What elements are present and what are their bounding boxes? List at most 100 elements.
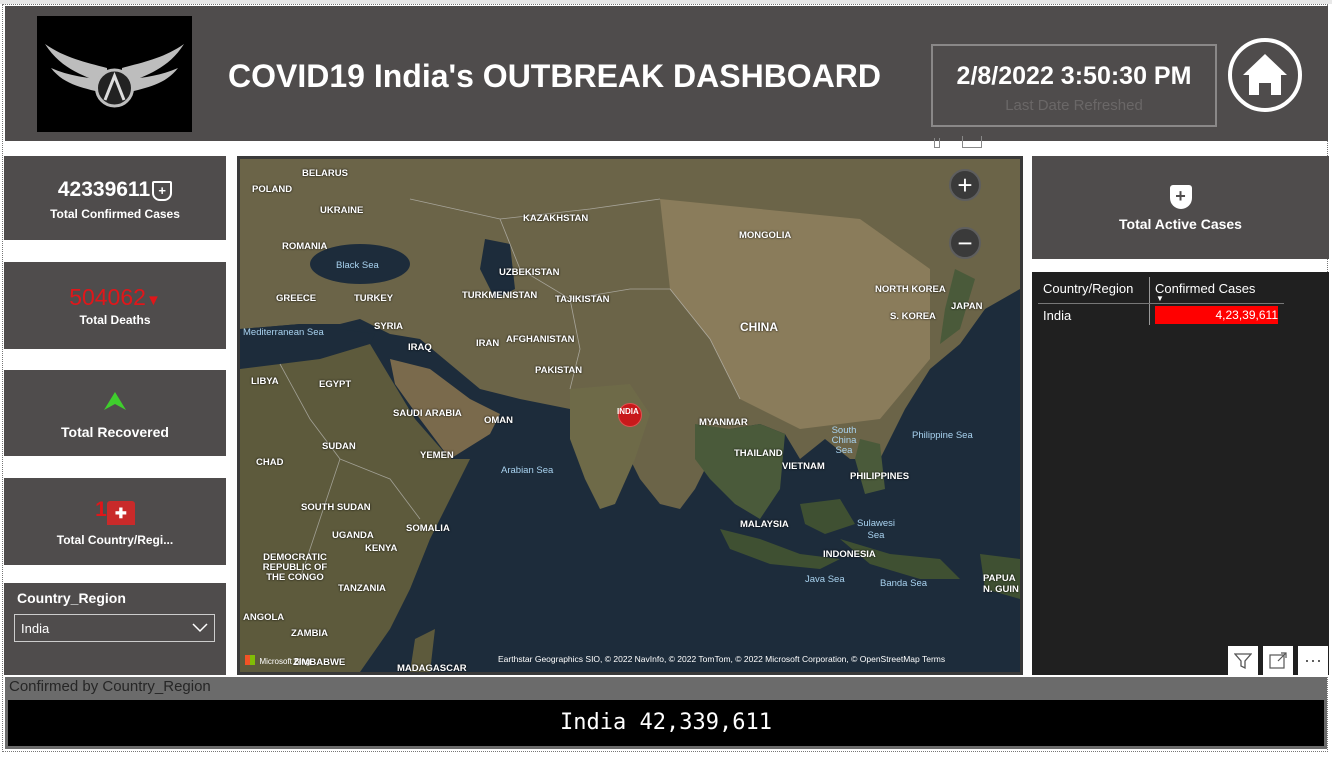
map-attribution[interactable]: Earthstar Geographics SIO, © 2022 NavInf… (498, 654, 945, 664)
map-label: VIETNAM (782, 461, 825, 472)
deaths-card: 504062▼ Total Deaths (4, 262, 226, 349)
map-label: LIBYA (251, 376, 279, 387)
map-label: THAILAND (734, 448, 783, 459)
map-label: TURKMENISTAN (462, 290, 538, 301)
recovered-card: Total Recovered (4, 370, 226, 456)
dashboard-title: COVID19 India's OUTBREAK DASHBOARD (228, 58, 882, 94)
map-label: IRAN (476, 338, 500, 349)
bing-logo: Microsoft Bing (245, 651, 310, 669)
map-label: SOUTH SUDAN (301, 502, 371, 513)
map-label: KAZAKHSTAN (523, 213, 589, 224)
map-label: DEMOCRATIC REPUBLIC OF THE CONGO (262, 552, 328, 583)
map-label: IRAQ (408, 342, 432, 353)
confirmed-card: 42339611 + Total Confirmed Cases (4, 156, 226, 240)
active-cases-card: + Total Active Cases (1032, 156, 1329, 259)
map-label: YEMEN (420, 450, 454, 461)
up-arrow-icon (4, 392, 226, 412)
recovered-label: Total Recovered (61, 424, 169, 440)
confirmed-label: Total Confirmed Cases (50, 207, 180, 221)
map-visual[interactable]: BELARUS POLAND UKRAINE ROMANIA Black Sea… (237, 156, 1023, 675)
refresh-date-card: 2/8/2022 3:50:30 PM Last Date Refreshed (931, 44, 1217, 127)
map-label: PAPUA N. GUIN (983, 573, 1019, 595)
map-label: MADAGASCAR (397, 663, 467, 674)
slicer-dropdown[interactable]: India (14, 614, 215, 642)
map-label: OMAN (484, 415, 514, 426)
confirmed-value: 42339611 (57, 178, 151, 201)
logo (37, 16, 192, 132)
down-arrow-icon: ▼ (145, 292, 161, 309)
bottom-card-title: Confirmed by Country_Region (9, 678, 211, 695)
map-label: TURKEY (354, 293, 394, 304)
bing-label: Microsoft Bing (259, 657, 311, 666)
map-label: PAKISTAN (535, 365, 583, 376)
map-label: MALAYSIA (740, 519, 789, 530)
country-slicer: Country_Region India (4, 583, 226, 675)
map-sea-label: Java Sea (805, 574, 845, 585)
map-label: POLAND (252, 184, 293, 195)
expand-button[interactable] (1263, 646, 1293, 676)
logo-wings-icon (45, 44, 184, 108)
map-label: ANGOLA (243, 612, 285, 623)
filter-button[interactable] (1228, 646, 1258, 676)
zoom-in-button[interactable]: + (949, 169, 981, 201)
sort-desc-icon: ▼ (1156, 294, 1164, 303)
filter-icon (1233, 653, 1253, 670)
map-label: UGANDA (332, 530, 374, 541)
map-label: UZBEKISTAN (499, 267, 560, 278)
map-label: TAJIKISTAN (555, 294, 610, 305)
map-sea-label: Philippine Sea (912, 430, 973, 441)
table-header-country[interactable]: Country/Region (1043, 281, 1133, 296)
table-header-divider (1149, 277, 1150, 325)
hospital-icon: ✚ (106, 501, 135, 525)
map-sea-label: Mediterranean Sea (243, 327, 324, 338)
map-label: ROMANIA (282, 241, 328, 252)
table-header-confirmed[interactable]: Confirmed Cases (1155, 281, 1255, 296)
active-cases-label: Total Active Cases (1119, 216, 1242, 232)
shield-plus-icon: + (1169, 185, 1192, 209)
map-label: CHAD (256, 457, 284, 468)
refresh-date-label: Last Date Refreshed (1005, 97, 1143, 114)
refresh-date: 2/8/2022 3:50:30 PM (956, 62, 1192, 90)
bottom-value: India 42,339,611 (560, 710, 772, 735)
slicer-title: Country_Region (17, 590, 126, 606)
table-cell-confirmed: 4,23,39,611 (1215, 308, 1278, 322)
pin-icon[interactable] (934, 138, 940, 148)
map-label: TANZANIA (338, 583, 386, 594)
map-label: SYRIA (374, 321, 404, 332)
map-label: MONGOLIA (739, 230, 792, 241)
map-label: CHINA (740, 320, 778, 334)
more-options-icon: ⋯ (1304, 651, 1322, 671)
deaths-label: Total Deaths (79, 313, 151, 327)
country-label: Total Country/Regi... (56, 533, 174, 547)
chevron-down-icon (192, 623, 208, 633)
map-label: GREECE (276, 293, 317, 304)
bing-icon (245, 654, 255, 665)
map-label: PHILIPPINES (850, 471, 910, 482)
country-value-row: 1 ✚ (4, 498, 226, 525)
map-sea-label: Black Sea (336, 260, 379, 271)
home-button[interactable] (1227, 37, 1303, 113)
map-label: UKRAINE (320, 205, 364, 216)
map-label: JAPAN (951, 301, 983, 312)
table-header-underline (1038, 303, 1284, 304)
map-label: MYANMAR (699, 417, 748, 428)
more-options-button[interactable]: ⋯ (1298, 646, 1328, 676)
map-label: INDONESIA (823, 549, 876, 560)
confirmed-value-row: 42339611 + (4, 178, 226, 202)
map-label: EGYPT (319, 379, 352, 390)
table-cell-country: India (1043, 308, 1072, 323)
country-card: 1 ✚ Total Country/Regi... (4, 478, 226, 565)
map-label: KENYA (365, 543, 398, 554)
slicer-selected: India (21, 621, 50, 636)
map-sea-label: Arabian Sea (501, 465, 554, 476)
map-label: ZAMBIA (291, 628, 328, 639)
focus-mode-icon[interactable] (962, 136, 982, 148)
map-label: AFGHANISTAN (506, 334, 575, 345)
deaths-value: 504062 (69, 284, 146, 310)
expand-icon (1269, 652, 1287, 669)
country-count: 1 (95, 498, 107, 521)
india-marker-label: INDIA (617, 407, 639, 416)
zoom-out-button[interactable]: − (949, 227, 981, 259)
map-label: SAUDI ARABIA (393, 408, 462, 419)
bottom-value-bar: India 42,339,611 (8, 700, 1324, 746)
